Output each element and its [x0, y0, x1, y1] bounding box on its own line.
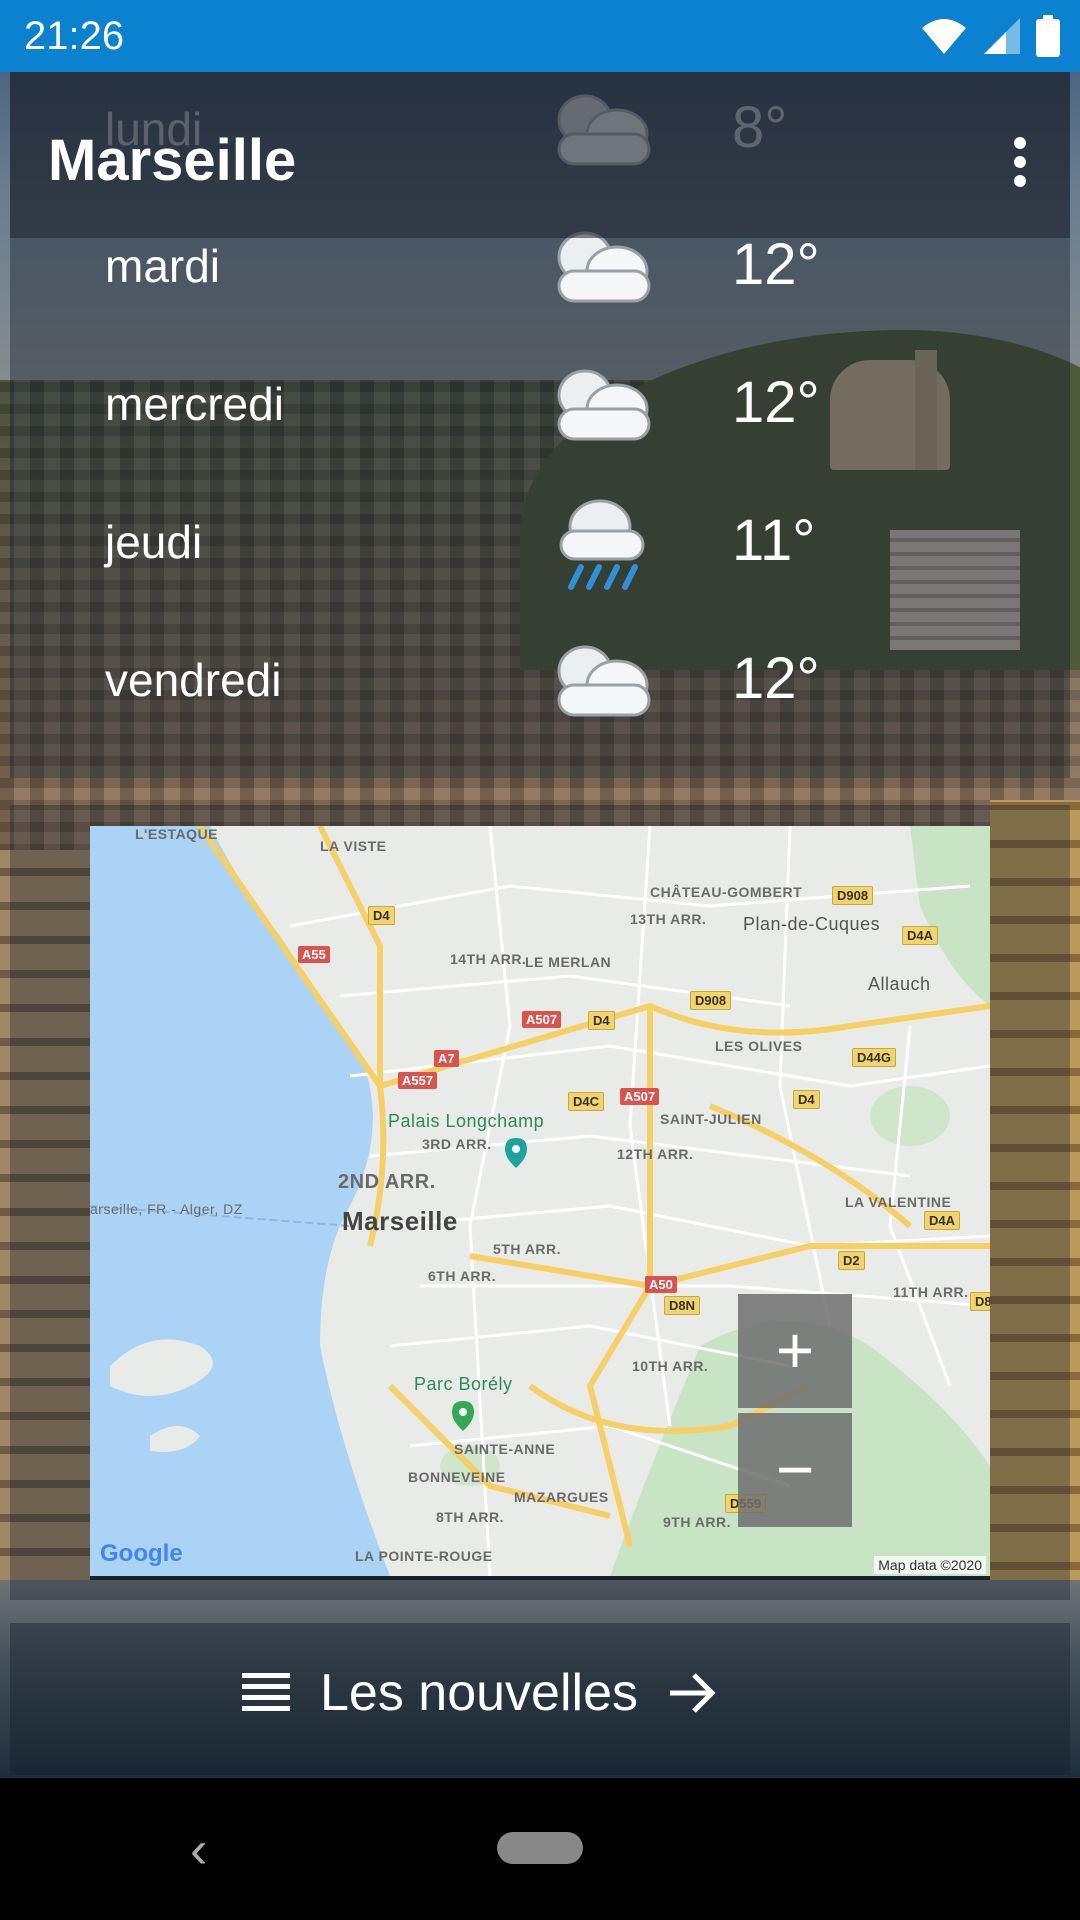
map-label: 2ND ARR.	[338, 1171, 436, 1193]
map-label: 5TH ARR.	[493, 1241, 562, 1257]
map-label: 10TH ARR.	[632, 1358, 709, 1374]
road-badge: D4A	[924, 1211, 961, 1230]
map-label: arseille, FR - Alger, DZ	[90, 1201, 243, 1217]
forecast-temp: 12°	[732, 370, 820, 435]
map-label: L'ESTAQUE	[135, 826, 219, 842]
road-badge: D2	[838, 1251, 865, 1270]
forecast-day: jeudi	[105, 516, 203, 568]
road-badge: A557	[398, 1072, 438, 1089]
map-pin-icon	[505, 1138, 527, 1168]
map-label: LES OLIVES	[715, 1038, 803, 1054]
map-label: LA POINTE-ROUGE	[355, 1548, 493, 1564]
map-label: LE MERLAN	[525, 954, 612, 970]
forecast-day: vendredi	[105, 654, 282, 706]
map-label: SAINT-JULIEN	[660, 1111, 762, 1127]
more-vert-icon[interactable]	[1000, 130, 1040, 200]
app-toolbar: Marseille	[10, 72, 1070, 238]
road-badge: D8N	[664, 1296, 701, 1315]
system-nav-bar: ‹	[0, 1778, 1080, 1920]
news-label: Les nouvelles	[320, 1664, 638, 1722]
wifi-icon	[922, 19, 966, 54]
road-badge: D4	[588, 1011, 615, 1030]
city-title: Marseille	[48, 128, 297, 193]
map-label: 11TH ARR.	[893, 1284, 969, 1300]
road-badge: A7	[434, 1050, 459, 1067]
home-button[interactable]	[497, 1832, 583, 1864]
road-badge: D4	[793, 1090, 820, 1109]
forecast-day: mardi	[105, 240, 221, 292]
map-attribution[interactable]: Map data ©2020	[874, 1556, 986, 1574]
map-view[interactable]: L'ESTAQUE LA VISTE CHÂTEAU-GOMBERT 13TH …	[90, 826, 990, 1576]
map-label: LA VISTE	[320, 838, 387, 854]
road-badge: D4A	[902, 926, 939, 945]
status-time: 21:26	[24, 14, 125, 58]
zoom-out-button[interactable]: −	[738, 1413, 852, 1527]
map-label: Marseille	[342, 1206, 458, 1236]
map-label: LA VALENTINE	[845, 1194, 952, 1210]
cloud-icon	[557, 369, 651, 441]
map-label: Palais Longchamp	[388, 1111, 545, 1131]
road-badge: D908	[832, 886, 874, 905]
back-button[interactable]: ‹	[190, 1820, 207, 1880]
map-label: Plan-de-Cuques	[743, 914, 881, 934]
map-label: SAINTE-ANNE	[454, 1441, 556, 1457]
forecast-temp: 11°	[732, 508, 816, 573]
news-button[interactable]: Les nouvelles	[10, 1623, 1070, 1775]
forecast-temp: 12°	[732, 646, 820, 711]
road-badge: A55	[298, 946, 330, 963]
forecast-day: mercredi	[105, 378, 284, 430]
arrow-right-icon	[670, 1673, 716, 1713]
list-icon	[242, 1673, 290, 1711]
road-badge: A50	[645, 1276, 677, 1293]
map-label: 9TH ARR.	[663, 1514, 732, 1530]
map-label: 8TH ARR.	[436, 1509, 505, 1525]
map-label: 13TH ARR.	[630, 911, 707, 927]
map-label: 14TH ARR.	[450, 951, 527, 967]
park-pin-icon	[452, 1401, 474, 1431]
map-label: Parc Borély	[414, 1374, 513, 1394]
rain-icon	[559, 499, 645, 590]
map-label: 6TH ARR.	[428, 1268, 497, 1284]
signal-icon	[984, 18, 1020, 54]
road-badge: D908	[690, 991, 732, 1010]
battery-icon	[1036, 15, 1060, 57]
forecast-row: vendredi 12°	[10, 623, 1070, 743]
road-badge: D4	[368, 906, 395, 925]
google-logo: Google	[100, 1540, 183, 1567]
map-label: CHÂTEAU-GOMBERT	[650, 884, 803, 900]
road-badge: A507	[522, 1011, 562, 1028]
cloud-icon	[557, 645, 651, 717]
road-badge: A507	[620, 1088, 660, 1105]
road-badge: D8	[970, 1292, 990, 1311]
zoom-in-button[interactable]: +	[738, 1294, 852, 1408]
road-badge: D4C	[568, 1092, 605, 1111]
forecast-row: jeudi 11°	[10, 485, 1070, 605]
map-label: BONNEVEINE	[408, 1469, 506, 1485]
status-bar: 21:26	[0, 0, 1080, 72]
road-badge: D44G	[852, 1048, 896, 1067]
map-label: MAZARGUES	[514, 1489, 609, 1505]
map-label: 12TH ARR.	[617, 1146, 694, 1162]
map-label: Allauch	[868, 974, 931, 994]
forecast-row: mercredi 12°	[10, 347, 1070, 467]
forecast-temp: 12°	[732, 232, 820, 297]
map-label: 3RD ARR.	[422, 1136, 492, 1152]
